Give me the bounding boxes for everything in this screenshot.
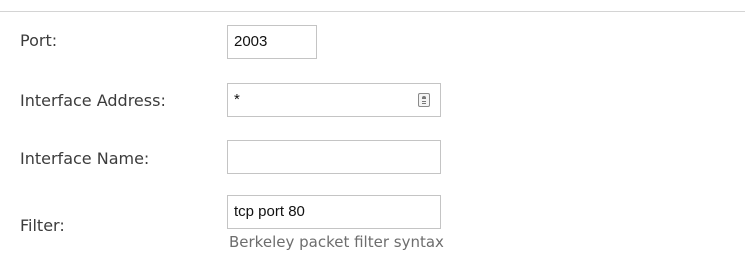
port-label: Port:: [20, 31, 58, 50]
filter-input[interactable]: tcp port 80: [227, 195, 441, 229]
interface-address-input[interactable]: *: [227, 83, 441, 117]
port-input-value: 2003: [234, 33, 268, 50]
interface-name-label: Interface Name:: [20, 149, 150, 168]
interface-address-input-value: *: [234, 91, 240, 108]
filter-input-value: tcp port 80: [234, 203, 305, 220]
interface-name-input[interactable]: [227, 140, 441, 174]
port-input[interactable]: 2003: [227, 25, 317, 59]
interface-address-label: Interface Address:: [20, 91, 166, 110]
filter-hint: Berkeley packet filter syntax: [229, 233, 444, 251]
filter-label: Filter:: [20, 216, 65, 235]
section-divider: [0, 11, 745, 12]
contact-card-icon[interactable]: [418, 93, 430, 107]
